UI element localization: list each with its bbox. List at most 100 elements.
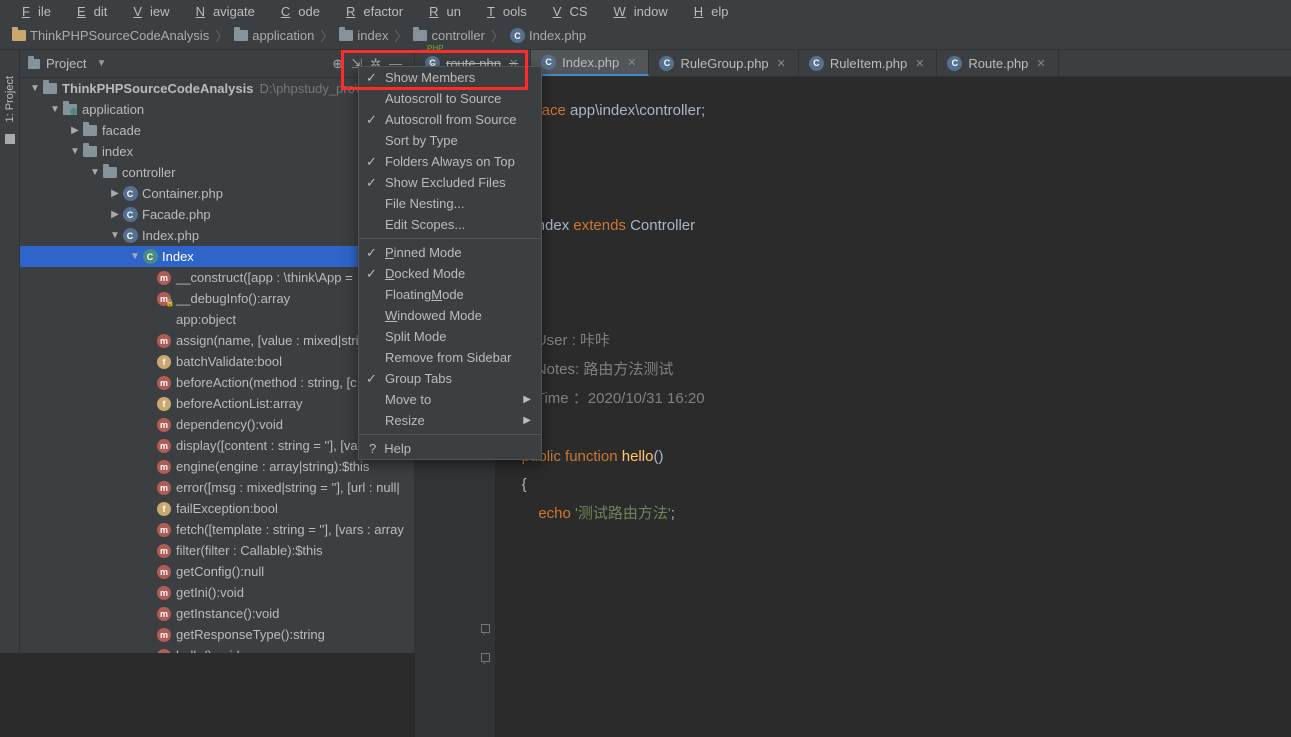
tree-member[interactable]: m__debugInfo():array bbox=[20, 288, 414, 309]
method-icon: m bbox=[157, 292, 171, 306]
tree-member[interactable]: mdependency():void bbox=[20, 414, 414, 435]
menu-item[interactable]: Autoscroll to Source bbox=[359, 88, 541, 109]
tree-project-root[interactable]: ▼ ThinkPHPSourceCodeAnalysisD:\phpstudy_… bbox=[20, 78, 414, 99]
tree-member[interactable]: m__construct([app : \think\App = bbox=[20, 267, 414, 288]
menu-item[interactable]: Docked Mode bbox=[359, 263, 541, 284]
tree-member[interactable]: ffailException:bool bbox=[20, 498, 414, 519]
menu-item[interactable]: Autoscroll from Source bbox=[359, 109, 541, 130]
menu-item[interactable]: Show Members bbox=[359, 67, 541, 88]
tree-member[interactable]: mengine(engine : array|string):$this bbox=[20, 456, 414, 477]
menu-window[interactable]: Window bbox=[598, 2, 676, 21]
tree-arrow-icon[interactable]: ▶ bbox=[108, 209, 122, 220]
php-file-icon: C bbox=[510, 28, 525, 43]
tree-folder[interactable]: ▶ facade bbox=[20, 120, 414, 141]
method-icon: f bbox=[157, 397, 171, 411]
tree-member[interactable]: mgetInstance():void bbox=[20, 603, 414, 624]
tree-label: beforeActionList:array bbox=[176, 396, 302, 411]
menu-run[interactable]: Run bbox=[413, 2, 469, 21]
project-view-context-menu[interactable]: Show MembersAutoscroll to SourceAutoscro… bbox=[358, 66, 542, 460]
editor-tab[interactable]: CRuleGroup.php✕ bbox=[649, 50, 798, 76]
menu-item[interactable]: Group Tabs bbox=[359, 368, 541, 389]
method-icon: m bbox=[157, 418, 171, 432]
menu-help[interactable]: Help bbox=[678, 2, 737, 21]
tree-member[interactable]: mgetConfig():null bbox=[20, 561, 414, 582]
editor-tab[interactable]: CIndex.php✕ bbox=[531, 50, 649, 76]
menu-item[interactable]: Folders Always on Top bbox=[359, 151, 541, 172]
tree-arrow-icon[interactable]: ▼ bbox=[68, 146, 82, 157]
menu-item[interactable]: File Nesting... bbox=[359, 193, 541, 214]
fold-icon[interactable] bbox=[481, 653, 490, 662]
tree-arrow-icon[interactable]: ▼ bbox=[88, 167, 102, 178]
tree-member[interactable]: mgetIni():void bbox=[20, 582, 414, 603]
close-tab-icon[interactable]: ✕ bbox=[775, 57, 788, 70]
code-content[interactable]: mespace app\index\controller; e ... ass … bbox=[495, 91, 1291, 737]
tree-member[interactable]: massign(name, [value : mixed|strin bbox=[20, 330, 414, 351]
tree-member[interactable]: mdisplay([content : string = ''], [va bbox=[20, 435, 414, 456]
close-tab-icon[interactable]: ✕ bbox=[1034, 57, 1047, 70]
php-file-icon: C bbox=[123, 186, 138, 201]
editor-tab[interactable]: CRoute.php✕ bbox=[937, 50, 1058, 76]
tree-arrow-icon[interactable]: ▶ bbox=[108, 188, 122, 199]
breadcrumb-item[interactable]: controller bbox=[409, 28, 488, 43]
tree-arrow-icon[interactable]: ▶ bbox=[68, 125, 82, 136]
tree-member[interactable]: f beforeActionList:array bbox=[20, 393, 414, 414]
menu-vcs[interactable]: VCS bbox=[537, 2, 596, 21]
breadcrumb-file[interactable]: C Index.php bbox=[506, 28, 590, 43]
editor-tab[interactable]: CRuleItem.php✕ bbox=[799, 50, 938, 76]
breadcrumb-root[interactable]: ThinkPHPSourceCodeAnalysis bbox=[8, 28, 213, 43]
method-icon: f bbox=[157, 502, 171, 516]
fold-icon[interactable] bbox=[481, 624, 490, 633]
tree-member[interactable]: fbatchValidate:bool bbox=[20, 351, 414, 372]
tree-member[interactable]: mfetch([template : string = ''], [vars :… bbox=[20, 519, 414, 540]
tree-file[interactable]: ▶ C Facade.php bbox=[20, 204, 414, 225]
menu-item[interactable]: ?Help bbox=[359, 438, 541, 459]
menu-code[interactable]: Code bbox=[265, 2, 328, 21]
tree-member[interactable]: mhello():void bbox=[20, 645, 414, 653]
tree-file[interactable]: ▶ C Container.php bbox=[20, 183, 414, 204]
method-icon: m bbox=[157, 334, 171, 348]
project-view-selector[interactable]: Project ▼ bbox=[28, 56, 328, 71]
code-editor[interactable]: 1819202122 mespace app\index\controller;… bbox=[415, 91, 1291, 737]
menu-item[interactable]: Move to▶ bbox=[359, 389, 541, 410]
menu-item[interactable]: Windowed Mode bbox=[359, 305, 541, 326]
menu-item[interactable]: Remove from Sidebar bbox=[359, 347, 541, 368]
tree-member[interactable]: mgetResponseType():string bbox=[20, 624, 414, 645]
scroll-from-source-icon[interactable]: ⊕ bbox=[328, 54, 347, 74]
menu-item[interactable]: Sort by Type bbox=[359, 130, 541, 151]
menu-item[interactable]: Pinned Mode bbox=[359, 242, 541, 263]
close-tab-icon[interactable]: ✕ bbox=[625, 56, 638, 69]
close-tab-icon[interactable]: ✕ bbox=[913, 57, 926, 70]
tree-member[interactable]: mbeforeAction(method : string, [c bbox=[20, 372, 414, 393]
method-icon: f bbox=[157, 355, 171, 369]
tree-folder[interactable]: ▼ index bbox=[20, 141, 414, 162]
menu-item[interactable]: Split Mode bbox=[359, 326, 541, 347]
tree-arrow-icon[interactable]: ▼ bbox=[108, 230, 122, 241]
tree-arrow-icon[interactable]: ▼ bbox=[48, 104, 62, 115]
menu-edit[interactable]: Edit bbox=[61, 2, 115, 21]
tree-member[interactable]: app:object bbox=[20, 309, 414, 330]
tree-member[interactable]: merror([msg : mixed|string = ''], [url :… bbox=[20, 477, 414, 498]
breadcrumb-item[interactable]: index bbox=[335, 28, 392, 43]
project-tool-button[interactable]: 1: Project bbox=[4, 70, 16, 128]
tree-folder[interactable]: ▼ controller bbox=[20, 162, 414, 183]
menu-refactor[interactable]: Refactor bbox=[330, 2, 411, 21]
tool-window-icon[interactable] bbox=[5, 134, 15, 144]
breadcrumb: ThinkPHPSourceCodeAnalysis 〉 application… bbox=[0, 22, 1291, 50]
menu-view[interactable]: View bbox=[117, 2, 177, 21]
tree-class[interactable]: ▼ C Index bbox=[20, 246, 414, 267]
tree-file[interactable]: ▼ C Index.php bbox=[20, 225, 414, 246]
tree-member[interactable]: mfilter(filter : Callable):$this bbox=[20, 540, 414, 561]
menu-navigate[interactable]: Navigate bbox=[180, 2, 263, 21]
menu-item[interactable]: Edit Scopes... bbox=[359, 214, 541, 235]
menu-item[interactable]: Show Excluded Files bbox=[359, 172, 541, 193]
menu-file[interactable]: File bbox=[6, 2, 59, 21]
tree-arrow-icon[interactable]: ▼ bbox=[28, 83, 42, 94]
tree-label: app:object bbox=[176, 312, 236, 327]
breadcrumb-item[interactable]: application bbox=[230, 28, 318, 43]
menu-item[interactable]: Floating Mode bbox=[359, 284, 541, 305]
menu-item[interactable]: Resize▶ bbox=[359, 410, 541, 431]
menu-tools[interactable]: Tools bbox=[471, 2, 535, 21]
tree-arrow-icon[interactable]: ▼ bbox=[128, 251, 142, 262]
project-tree[interactable]: ▼ ThinkPHPSourceCodeAnalysisD:\phpstudy_… bbox=[20, 78, 414, 653]
tree-folder[interactable]: ▼ application bbox=[20, 99, 414, 120]
